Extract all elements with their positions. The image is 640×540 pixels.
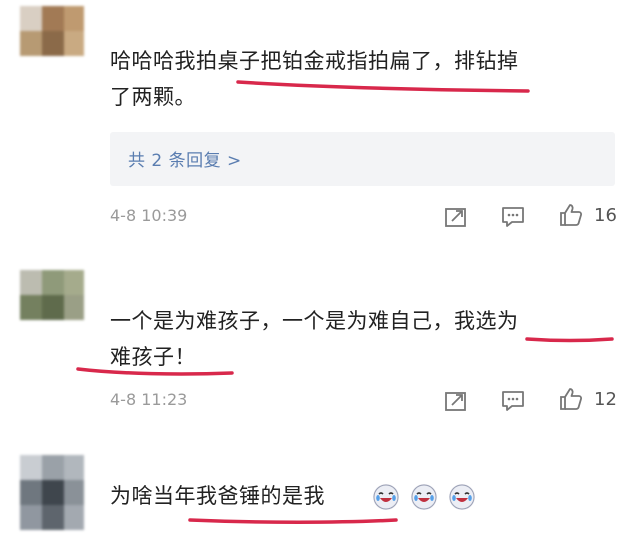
like-count: 12 (594, 389, 617, 410)
avatar[interactable] (20, 270, 84, 320)
highlight-underline (76, 337, 614, 376)
comment-icon[interactable] (500, 388, 526, 414)
avatar[interactable] (20, 6, 84, 56)
reply-summary[interactable]: 共 2 条回复 > (110, 132, 615, 186)
share-icon[interactable] (443, 388, 469, 414)
view-replies-link[interactable]: 共 2 条回复 > (128, 146, 242, 171)
comment-timestamp: 4-8 10:39 (110, 206, 188, 225)
like-icon[interactable] (558, 386, 584, 412)
highlight-underline (188, 518, 398, 524)
comment-icon[interactable] (500, 204, 526, 230)
like-icon[interactable] (558, 202, 584, 228)
share-icon[interactable] (443, 204, 469, 230)
like-count: 16 (594, 205, 617, 226)
comment-timestamp: 4-8 11:23 (110, 390, 188, 409)
